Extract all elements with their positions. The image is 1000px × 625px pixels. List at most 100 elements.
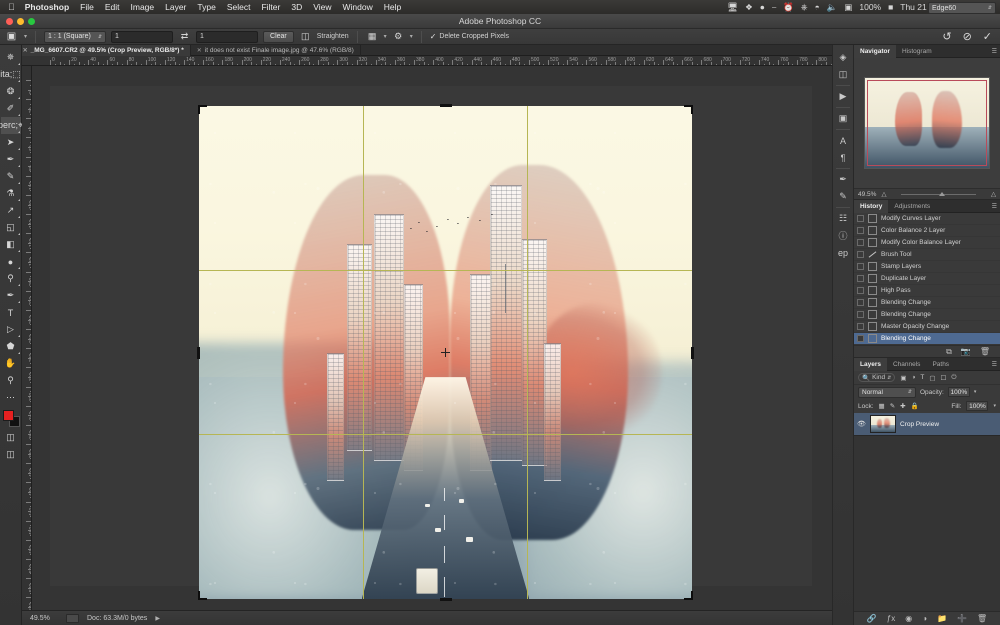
crop-tool[interactable]: perc;⌖: [1, 117, 21, 134]
tab-layers[interactable]: Layers: [854, 358, 887, 371]
slider-thumb[interactable]: [939, 192, 945, 196]
document-canvas[interactable]: [50, 86, 812, 586]
zoom-window-button[interactable]: [28, 18, 35, 25]
lock-position-icon[interactable]: ✚: [900, 402, 905, 410]
menu-item-type[interactable]: Type: [197, 2, 215, 12]
chevron-down-icon[interactable]: ▾: [410, 33, 413, 40]
history-state-row[interactable]: Master Opacity Change: [854, 321, 1000, 333]
foreground-color-swatch[interactable]: [3, 410, 14, 421]
history-source-checkbox[interactable]: [857, 287, 864, 294]
input-source-icon[interactable]: ▣: [844, 2, 852, 13]
blend-mode-select[interactable]: Normal ⇵: [858, 387, 916, 398]
history-state-row[interactable]: Color Balance 2 Layer: [854, 225, 1000, 237]
tab-channels[interactable]: Channels: [887, 358, 926, 371]
tab-histogram[interactable]: Histogram: [896, 45, 938, 58]
tab-paths[interactable]: Paths: [926, 358, 955, 371]
delete-state-icon[interactable]: 🗑: [980, 347, 990, 356]
link-layers-icon[interactable]: 🔗: [867, 614, 877, 623]
history-state-row[interactable]: Modify Color Balance Layer: [854, 237, 1000, 249]
eye-icon[interactable]: 👁: [857, 420, 866, 428]
crop-preset-select[interactable]: 1 : 1 (Square) ⇵: [44, 31, 106, 43]
commit-check-icon[interactable]: ✓: [983, 30, 992, 43]
edit-toolbar-button[interactable]: ⋯: [1, 389, 21, 406]
quick-selection-tool[interactable]: ✐: [1, 100, 21, 117]
expand-arrow-icon[interactable]: ▶: [155, 615, 160, 622]
shape-tool[interactable]: ⬟: [1, 338, 21, 355]
dropbox-icon[interactable]: ❖: [745, 2, 753, 13]
layer-mask-icon[interactable]: ◉: [905, 614, 912, 623]
straighten-label[interactable]: Straighten: [317, 33, 349, 40]
info-icon[interactable]: ⓘ: [833, 227, 853, 244]
navigator-zoom-value[interactable]: 49.5%: [858, 191, 876, 198]
brush-preset-icon[interactable]: ✒: [833, 171, 853, 188]
menu-item-view[interactable]: View: [313, 2, 331, 12]
crop-handle-bottom-right[interactable]: [684, 591, 693, 600]
shape-filter-icon[interactable]: ▢: [929, 374, 935, 382]
bluetooth-icon[interactable]: ⎈: [801, 2, 808, 13]
history-state-row-selected[interactable]: Blending Change: [854, 333, 1000, 345]
zoom-out-icon[interactable]: △: [881, 190, 886, 198]
apple-logo-icon[interactable]: : [8, 2, 15, 12]
workspace-selector[interactable]: Edge60 ⇵: [928, 2, 996, 14]
smart-object-filter-icon[interactable]: ☐: [941, 374, 947, 382]
eyedropper-tool[interactable]: ➤: [1, 134, 21, 151]
menu-item-help[interactable]: Help: [384, 2, 401, 12]
history-source-checkbox[interactable]: [857, 323, 864, 330]
new-layer-icon[interactable]: ➕: [957, 614, 967, 623]
chevron-down-icon[interactable]: ▾: [993, 403, 996, 409]
eraser-tool[interactable]: ◱: [1, 219, 21, 236]
crop-handle-top-right[interactable]: [684, 105, 693, 114]
keyboard-icon[interactable]: ⎯: [772, 2, 776, 13]
tab-adjustments[interactable]: Adjustments: [888, 200, 936, 213]
blur-tool[interactable]: ●: [1, 253, 21, 270]
hand-tool[interactable]: ✋: [1, 355, 21, 372]
history-state-row[interactable]: Blending Change: [854, 309, 1000, 321]
menu-item-edit[interactable]: Edit: [105, 2, 120, 12]
gear-icon[interactable]: ⚙: [392, 30, 405, 43]
close-icon[interactable]: ✕: [23, 47, 28, 54]
quick-mask-icon[interactable]: ◫: [1, 429, 21, 446]
history-state-row[interactable]: High Pass: [854, 285, 1000, 297]
history-source-checkbox[interactable]: [857, 251, 864, 258]
extensions-ep-icon[interactable]: ep: [833, 244, 853, 261]
volume-icon[interactable]: 🔈: [827, 2, 838, 13]
history-source-checkbox[interactable]: [857, 299, 864, 306]
zoom-tool[interactable]: ⚲: [1, 372, 21, 389]
layer-filter-kind-select[interactable]: 🔍 Kind ⇵: [858, 373, 895, 382]
create-document-from-state-icon[interactable]: ⧉: [946, 347, 952, 357]
color-swatches[interactable]: [1, 409, 21, 429]
brush-icon[interactable]: ✎: [833, 188, 853, 205]
adjustments-sliders-icon[interactable]: ◫: [833, 66, 853, 83]
panel-menu-icon[interactable]: ☰: [992, 361, 997, 368]
gradient-tool[interactable]: ◧: [1, 236, 21, 253]
menu-item-3d[interactable]: 3D: [291, 2, 302, 12]
history-source-checkbox[interactable]: [857, 311, 864, 318]
type-tool[interactable]: T: [1, 304, 21, 321]
straighten-icon[interactable]: ◫: [299, 30, 312, 43]
menu-item-filter[interactable]: Filter: [261, 2, 280, 12]
crop-selection-box[interactable]: [199, 106, 692, 599]
history-source-checkbox[interactable]: [857, 215, 864, 222]
menu-item-layer[interactable]: Layer: [165, 2, 186, 12]
cancel-icon[interactable]: ⊘: [963, 30, 972, 43]
crop-width-input[interactable]: 1: [111, 31, 173, 43]
screen-mode-icon[interactable]: ◫: [1, 446, 21, 463]
new-group-icon[interactable]: 📁: [937, 614, 947, 623]
paragraph-icon[interactable]: ¶: [833, 149, 853, 166]
menu-item-file[interactable]: File: [80, 2, 94, 12]
crop-overlay-grid-icon[interactable]: ▦: [366, 30, 379, 43]
layer-style-icon[interactable]: ƒx: [887, 614, 895, 623]
path-selection-tool[interactable]: ▷: [1, 321, 21, 338]
display-icon[interactable]: 🖥: [727, 2, 738, 13]
crop-handle-top[interactable]: [440, 104, 452, 107]
history-state-row[interactable]: Modify Curves Layer: [854, 213, 1000, 225]
zoom-level-input[interactable]: 49.5%: [30, 615, 58, 622]
pen-tool[interactable]: ✒: [1, 287, 21, 304]
delete-layer-icon[interactable]: 🗑: [977, 614, 987, 623]
navigator-preview[interactable]: [854, 58, 1000, 188]
lasso-tool[interactable]: ❂: [1, 83, 21, 100]
chevron-down-icon[interactable]: ▾: [384, 33, 387, 40]
history-state-row[interactable]: Blending Change: [854, 297, 1000, 309]
canvas-area[interactable]: [32, 66, 832, 610]
user-icon[interactable]: ●: [760, 2, 765, 12]
